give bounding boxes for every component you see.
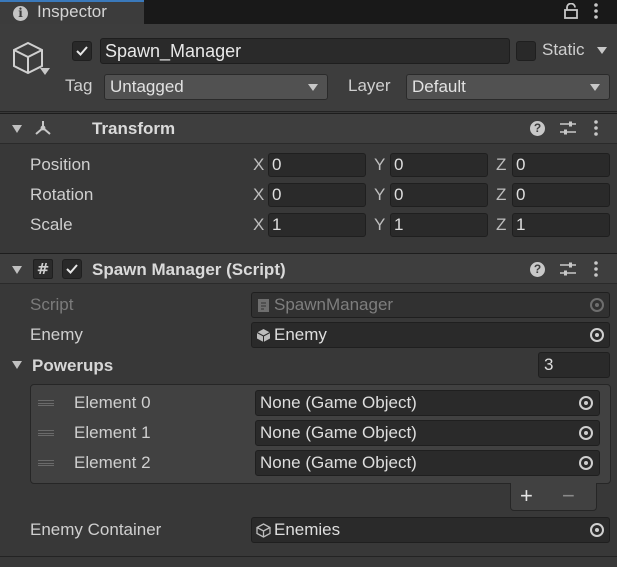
info-icon: i (13, 6, 28, 21)
script-value: SpawnManager (274, 295, 394, 314)
enemy-container-value: Enemies (274, 520, 341, 539)
kebab-menu-icon[interactable] (592, 2, 600, 20)
chevron-down-icon[interactable] (40, 68, 50, 76)
enemy-label: Enemy (30, 325, 83, 344)
drag-handle-icon[interactable] (38, 430, 54, 436)
object-picker-icon[interactable] (590, 328, 604, 342)
static-dropdown-icon[interactable] (597, 47, 607, 54)
kebab-menu-icon[interactable] (592, 260, 600, 278)
hash-script-icon: # (33, 259, 53, 279)
object-picker-icon[interactable] (579, 396, 593, 410)
tag-dropdown[interactable]: Untagged (104, 74, 328, 100)
script-enabled-checkbox[interactable] (62, 259, 82, 279)
enemy-field[interactable]: Enemy (251, 322, 610, 348)
static-checkbox[interactable] (516, 41, 536, 61)
rotation-label: Rotation (30, 185, 94, 204)
rotation-y-field[interactable]: 0 (390, 183, 488, 207)
help-icon[interactable]: ? (530, 121, 545, 136)
script-field: SpawnManager (251, 292, 610, 318)
scale-y-field[interactable]: 1 (390, 213, 488, 237)
spawn-manager-title: Spawn Manager (Script) (92, 260, 286, 279)
checkmark-icon (76, 46, 88, 56)
layer-label: Layer (348, 76, 391, 95)
script-file-icon (258, 299, 269, 312)
chevron-down-icon (590, 84, 600, 91)
foldout-arrow-icon[interactable] (12, 125, 22, 133)
rotation-x-label[interactable]: X (253, 185, 264, 205)
powerups-size-field[interactable]: 3 (538, 352, 610, 378)
scale-z-label[interactable]: Z (496, 215, 506, 235)
scale-x-label[interactable]: X (253, 215, 264, 235)
help-icon[interactable]: ? (530, 262, 545, 277)
tab-label: Inspector (37, 2, 107, 21)
enemy-value: Enemy (274, 325, 327, 344)
drag-handle-icon[interactable] (38, 400, 54, 406)
element-2-label: Element 2 (74, 453, 151, 472)
chevron-down-icon (308, 84, 318, 91)
element-0-value: None (Game Object) (260, 393, 417, 412)
position-z-label[interactable]: Z (496, 155, 506, 175)
scale-y-label[interactable]: Y (374, 215, 385, 235)
remove-element-button[interactable]: − (562, 483, 575, 509)
enemy-container-field[interactable]: Enemies (251, 517, 610, 543)
transform-axes-icon (35, 121, 51, 135)
position-x-field[interactable]: 0 (268, 153, 366, 177)
layer-value: Default (412, 77, 466, 96)
object-picker-icon[interactable] (579, 426, 593, 440)
add-element-button[interactable]: + (520, 483, 533, 509)
rotation-z-label[interactable]: Z (496, 185, 506, 205)
element-2-field[interactable]: None (Game Object) (255, 450, 600, 476)
tag-label: Tag (65, 76, 93, 95)
element-1-field[interactable]: None (Game Object) (255, 420, 600, 446)
active-checkbox[interactable] (72, 41, 92, 61)
element-1-label: Element 1 (74, 423, 151, 442)
script-label: Script (30, 295, 74, 314)
checkmark-icon (66, 264, 78, 274)
presets-sliders-icon[interactable] (559, 120, 577, 136)
gameobject-cube-icon (256, 523, 271, 538)
lock-icon[interactable] (564, 3, 578, 19)
divider (0, 556, 617, 557)
static-label: Static (542, 40, 585, 59)
scale-x-field[interactable]: 1 (268, 213, 366, 237)
prefab-cube-icon (256, 329, 271, 342)
element-2-value: None (Game Object) (260, 453, 417, 472)
foldout-arrow-icon[interactable] (12, 361, 22, 369)
powerups-label[interactable]: Powerups (32, 356, 113, 376)
position-z-field[interactable]: 0 (512, 153, 610, 177)
drag-handle-icon[interactable] (38, 460, 54, 466)
tag-value: Untagged (110, 77, 184, 96)
object-name-field[interactable]: Spawn_Manager (100, 38, 510, 64)
transform-title: Transform (92, 119, 176, 138)
object-picker-icon[interactable] (590, 523, 604, 537)
element-1-value: None (Game Object) (260, 423, 417, 442)
foldout-arrow-icon[interactable] (12, 266, 22, 274)
rotation-z-field[interactable]: 0 (512, 183, 610, 207)
scale-z-field[interactable]: 1 (512, 213, 610, 237)
layer-dropdown[interactable]: Default (406, 74, 610, 100)
enemy-container-label: Enemy Container (30, 520, 162, 539)
element-0-field[interactable]: None (Game Object) (255, 390, 600, 416)
position-x-label[interactable]: X (253, 155, 264, 175)
kebab-menu-icon[interactable] (592, 119, 600, 137)
tab-inspector[interactable]: i Inspector (0, 0, 144, 24)
object-picker-icon (590, 298, 604, 312)
rotation-x-field[interactable]: 0 (268, 183, 366, 207)
scale-label: Scale (30, 215, 73, 234)
position-y-field[interactable]: 0 (390, 153, 488, 177)
object-picker-icon[interactable] (579, 456, 593, 470)
position-y-label[interactable]: Y (374, 155, 385, 175)
presets-sliders-icon[interactable] (559, 261, 577, 277)
rotation-y-label[interactable]: Y (374, 185, 385, 205)
element-0-label: Element 0 (74, 393, 151, 412)
position-label: Position (30, 155, 91, 174)
